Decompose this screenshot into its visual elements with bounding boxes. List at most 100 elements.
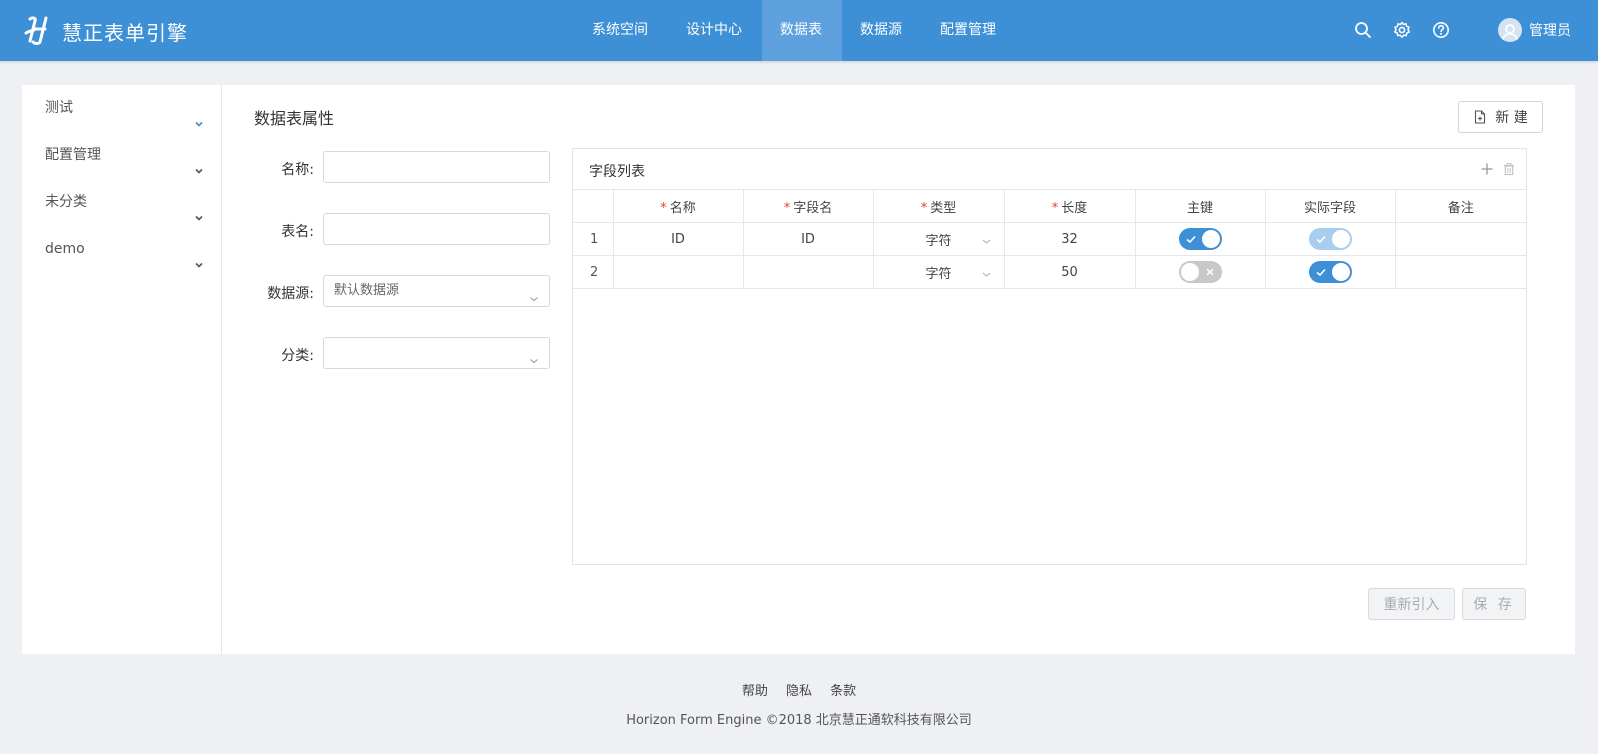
column-header-name: * 名称 xyxy=(612,189,744,223)
chevron-down-icon xyxy=(982,235,991,244)
column-header-label: 长度 xyxy=(1061,200,1088,216)
name-input[interactable] xyxy=(323,151,550,183)
new-button[interactable]: 新 建 xyxy=(1458,101,1543,133)
cell-length[interactable]: 50 xyxy=(1003,255,1136,289)
type-value: 字符 xyxy=(925,266,952,282)
footer-link-help[interactable]: 帮助 xyxy=(742,684,768,699)
cell-note[interactable] xyxy=(1394,222,1526,256)
toggle-knob xyxy=(1331,263,1350,281)
required-mark: * xyxy=(1051,200,1059,216)
row-index: 2 xyxy=(573,255,614,289)
column-header-type: * 类型 xyxy=(872,189,1005,223)
nav-config-management[interactable]: 配置管理 xyxy=(922,0,1016,61)
save-button[interactable]: 保 存 xyxy=(1462,588,1526,620)
page-title: 数据表属性 xyxy=(254,109,335,128)
sidebar-item-label: 配置管理 xyxy=(45,147,101,163)
cell-name[interactable] xyxy=(612,255,744,289)
category-select[interactable] xyxy=(323,337,550,369)
column-header-label: 类型 xyxy=(930,200,957,216)
check-icon xyxy=(1315,233,1327,245)
nav-data-table[interactable]: 数据表 xyxy=(762,0,842,61)
name-label: 名称: xyxy=(281,162,314,178)
check-icon xyxy=(1315,266,1327,278)
cell-primary-key xyxy=(1134,222,1266,256)
nav-data-source[interactable]: 数据源 xyxy=(842,0,922,61)
chevron-down-icon xyxy=(529,348,539,364)
nav-system-space[interactable]: 系统空间 xyxy=(574,0,668,61)
add-icon[interactable] xyxy=(1480,162,1494,176)
sidebar-item-test[interactable]: 测试 xyxy=(22,85,222,131)
actual-field-toggle[interactable] xyxy=(1308,261,1352,283)
table-header-row: * 名称 * 字段名 * 类型 * 长度 主键 实际字段 备注 xyxy=(573,189,1526,223)
cell-field-name[interactable] xyxy=(742,255,874,289)
column-header-length: * 长度 xyxy=(1003,189,1136,223)
trash-icon[interactable] xyxy=(1502,162,1516,176)
nav-design-center[interactable]: 设计中心 xyxy=(668,0,762,61)
h-logo-icon xyxy=(24,15,50,47)
main-panel: 测试 配置管理 未分类 demo 数据表属性 新 建 名称: 表名: 数据源: … xyxy=(22,85,1575,654)
sidebar-item-config[interactable]: 配置管理 xyxy=(22,132,222,178)
field-list-title: 字段列表 xyxy=(589,164,645,180)
footer-link-terms[interactable]: 条款 xyxy=(830,684,856,699)
app-title: 慧正表单引擎 xyxy=(62,20,188,45)
table-row: 2 字符 50 xyxy=(573,255,1526,289)
cell-actual-field xyxy=(1264,255,1396,289)
chevron-down-icon xyxy=(982,268,991,277)
new-button-label: 新 建 xyxy=(1495,110,1528,126)
primary-key-toggle[interactable] xyxy=(1178,228,1222,250)
sidebar-item-demo[interactable]: demo xyxy=(22,226,222,272)
app-logo[interactable]: 慧正表单引擎 xyxy=(24,15,188,47)
sidebar-item-uncategorized[interactable]: 未分类 xyxy=(22,179,222,225)
toggle-knob xyxy=(1201,230,1220,248)
chevron-down-icon xyxy=(194,102,204,127)
chevron-down-icon xyxy=(194,149,204,174)
chevron-down-icon xyxy=(194,243,204,268)
table-name-input[interactable] xyxy=(323,213,550,245)
new-file-icon xyxy=(1475,110,1486,124)
datasource-select[interactable]: 默认数据源 xyxy=(323,275,550,307)
cell-note[interactable] xyxy=(1394,255,1526,289)
row-index: 1 xyxy=(573,222,614,256)
column-header-note: 备注 xyxy=(1394,189,1526,223)
column-header-primary-key: 主键 xyxy=(1134,189,1266,223)
required-mark: * xyxy=(920,200,928,216)
field-toolbar xyxy=(1472,162,1516,176)
field-list-panel: 字段列表 * 名称 * 字段名 * 类型 * 长度 主键 实际字段 备注 1 I… xyxy=(572,148,1527,565)
datasource-label: 数据源: xyxy=(267,286,314,302)
chevron-down-icon xyxy=(194,196,204,221)
sidebar-item-label: demo xyxy=(45,241,85,257)
gear-icon[interactable] xyxy=(1393,21,1411,39)
avatar xyxy=(1498,18,1522,42)
category-sidebar: 测试 配置管理 未分类 demo xyxy=(22,85,222,654)
user-menu[interactable]: 管理员 xyxy=(1498,18,1571,42)
top-header: 慧正表单引擎 系统空间 设计中心 数据表 数据源 配置管理 管理员 xyxy=(0,0,1598,61)
chevron-down-icon xyxy=(529,286,539,302)
cell-type-select[interactable]: 字符 xyxy=(872,255,1005,289)
cell-primary-key xyxy=(1134,255,1266,289)
column-header-index xyxy=(573,189,614,223)
check-icon xyxy=(1185,233,1197,245)
reimport-button[interactable]: 重新引入 xyxy=(1368,588,1455,620)
main-nav: 系统空间 设计中心 数据表 数据源 配置管理 xyxy=(574,0,1016,61)
column-header-label: 字段名 xyxy=(793,200,833,216)
footer-link-privacy[interactable]: 隐私 xyxy=(786,684,812,699)
table-row: 1 ID ID 字符 32 xyxy=(573,222,1526,256)
cell-name[interactable]: ID xyxy=(612,222,744,256)
field-table: *名称 *字段名 *类型 *长度 主键 实际字段 备注 1 ID ID xyxy=(573,189,1526,289)
cell-field-name[interactable]: ID xyxy=(742,222,874,256)
user-name: 管理员 xyxy=(1529,23,1571,39)
actual-field-toggle[interactable] xyxy=(1308,228,1352,250)
type-value: 字符 xyxy=(925,233,952,249)
primary-key-toggle[interactable] xyxy=(1178,261,1222,283)
content-area: 数据表属性 新 建 名称: 表名: 数据源: 默认数据源 分类: 字段列表 * … xyxy=(222,85,1575,654)
cell-actual-field xyxy=(1264,222,1396,256)
cell-length[interactable]: 32 xyxy=(1003,222,1136,256)
required-mark: * xyxy=(660,200,667,216)
search-icon[interactable] xyxy=(1354,21,1372,39)
column-header-actual-field: 实际字段 xyxy=(1264,189,1396,223)
cell-type-select[interactable]: 字符 xyxy=(872,222,1005,256)
table-name-label: 表名: xyxy=(281,224,314,240)
help-icon[interactable] xyxy=(1432,21,1450,39)
sidebar-item-label: 测试 xyxy=(45,100,73,116)
copyright: Horizon Form Engine ©2018 北京慧正通软科技有限公司 xyxy=(626,713,972,728)
